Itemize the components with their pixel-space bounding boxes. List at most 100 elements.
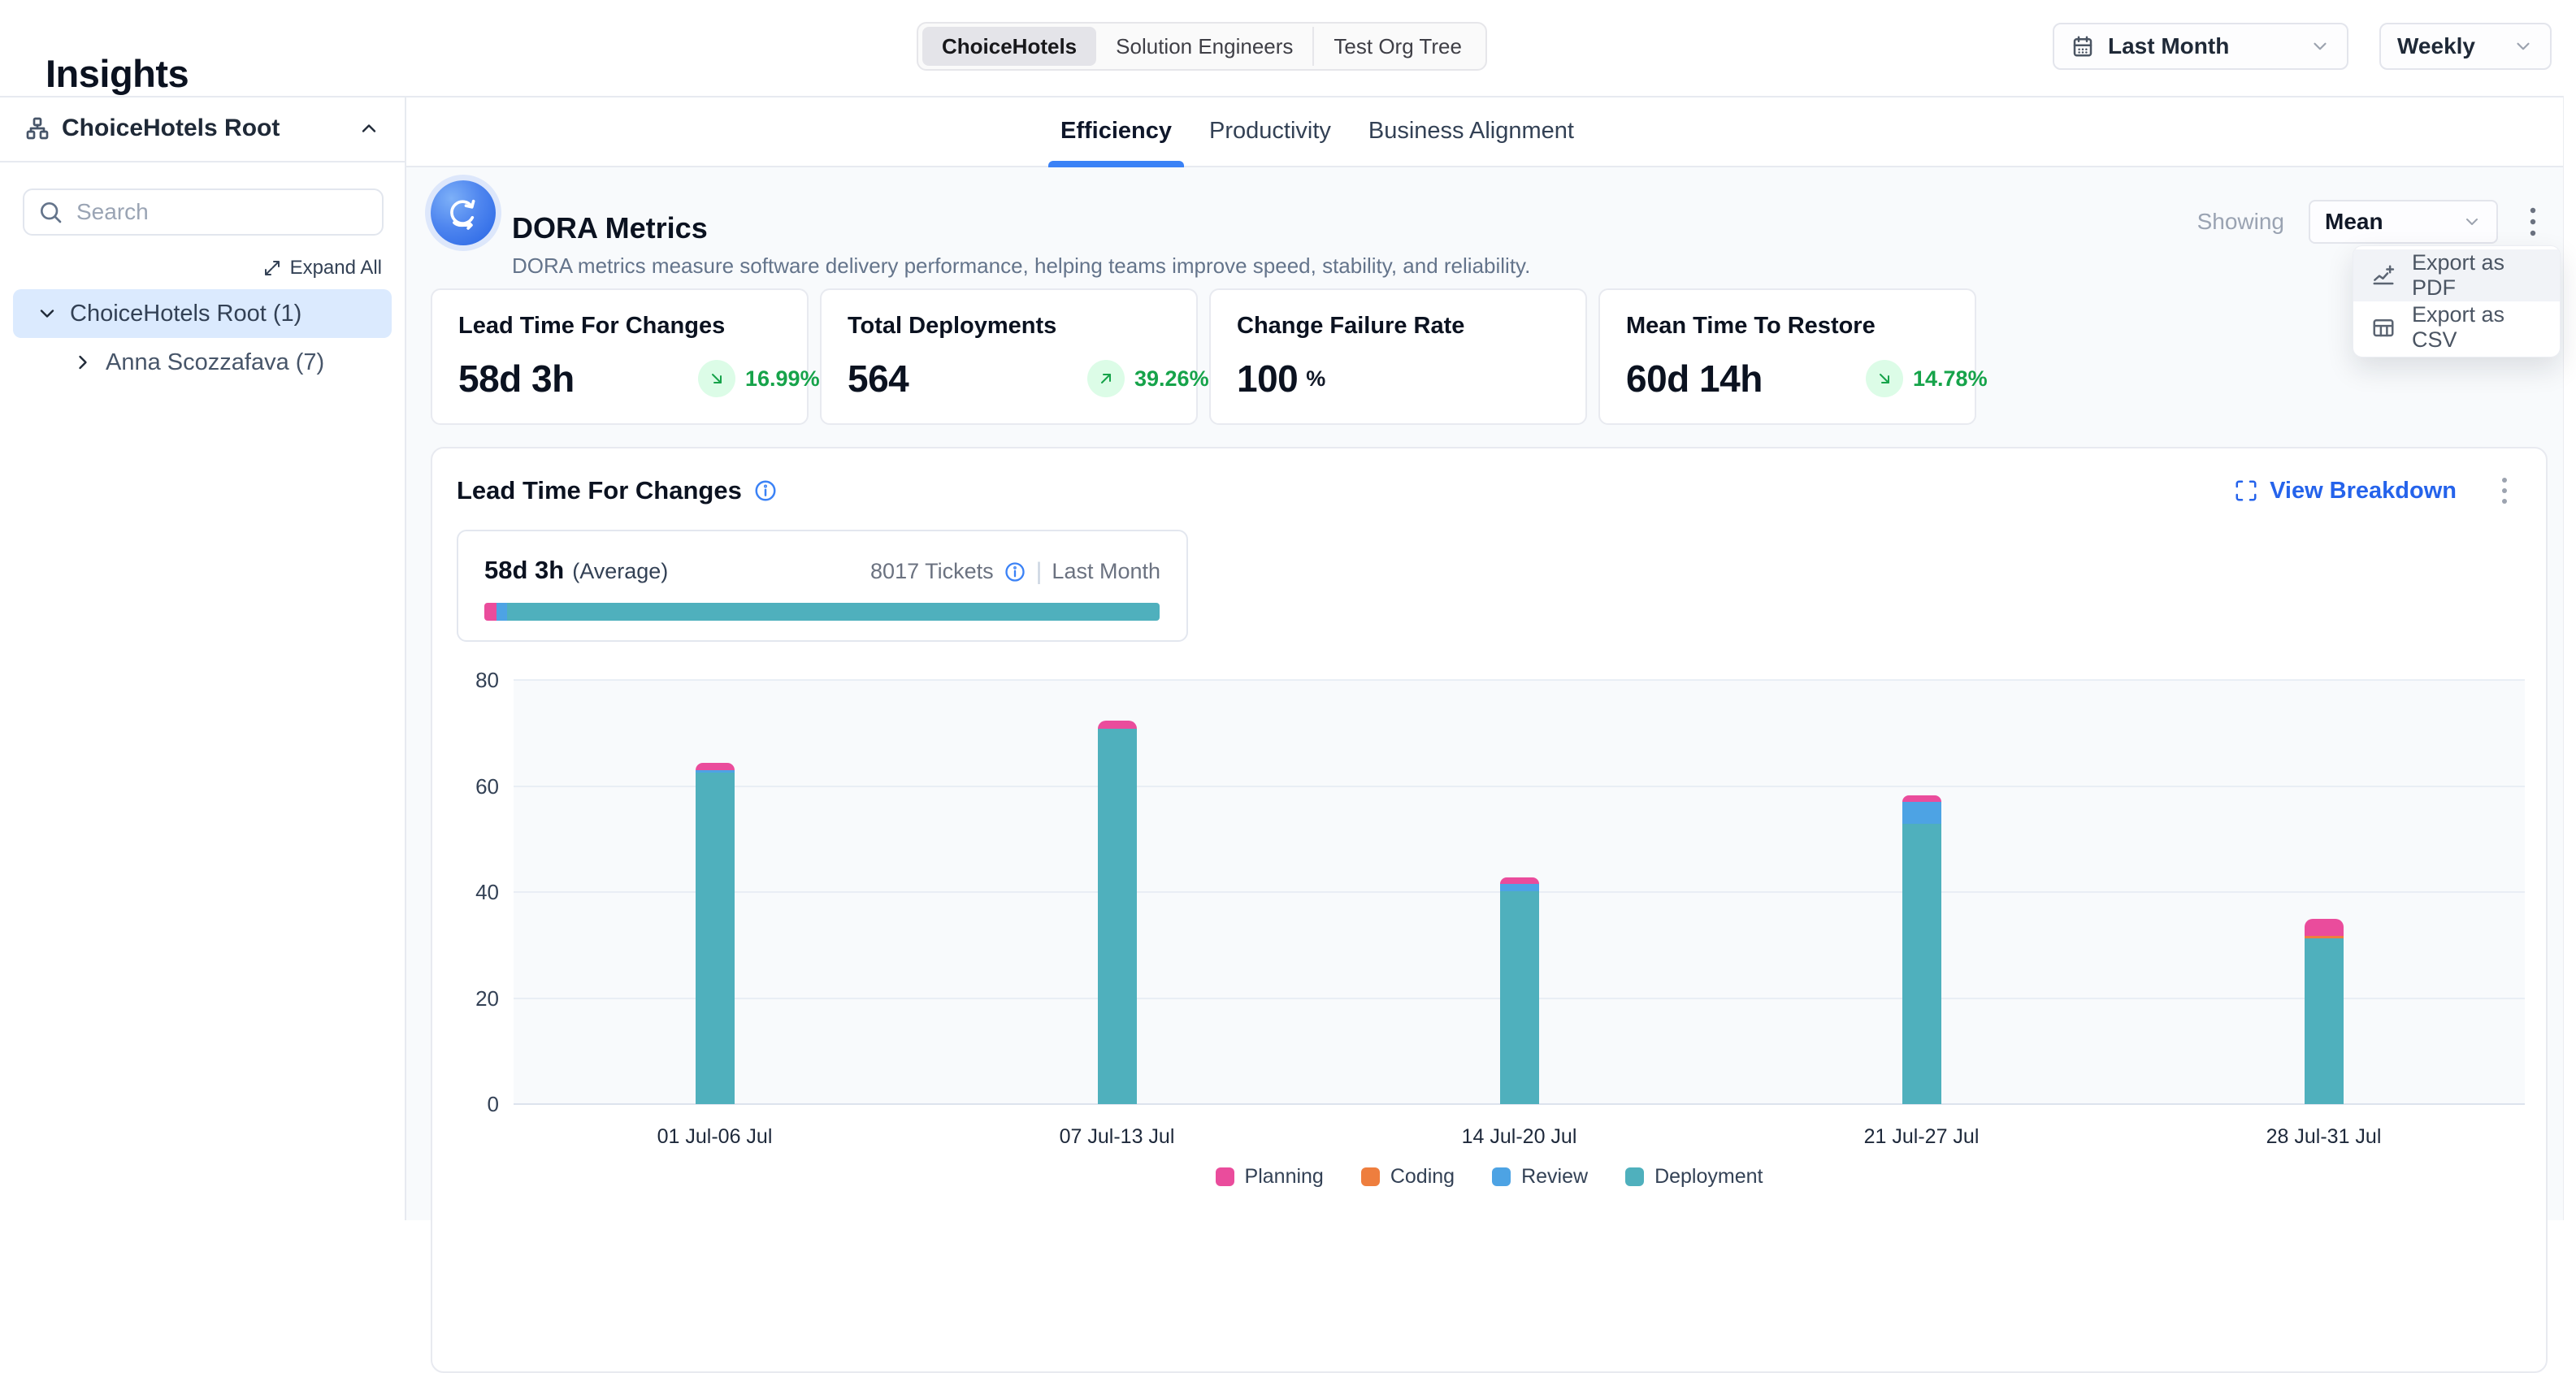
sidebar-header[interactable]: ChoiceHotels Root bbox=[0, 96, 405, 162]
legend-item-deployment[interactable]: Deployment bbox=[1625, 1165, 1763, 1189]
summary-tickets: 8017 Tickets bbox=[870, 559, 994, 584]
sidebar: ChoiceHotels Root Expand All ChoiceHotel… bbox=[0, 96, 406, 1220]
progress-segment-planning bbox=[484, 603, 497, 621]
chevron-up-icon[interactable] bbox=[358, 117, 380, 140]
dora-metrics-title: DORA Metrics bbox=[512, 211, 708, 245]
page-title: Insights bbox=[46, 51, 189, 96]
metric-card-value: 60d 14h bbox=[1626, 357, 1763, 401]
trend-bubble bbox=[1087, 360, 1125, 397]
bar-segment-planning bbox=[1098, 721, 1137, 729]
y-tick-label: 20 bbox=[440, 986, 499, 1011]
chevron-down-icon bbox=[2462, 212, 2482, 232]
metric-card-change-failure-rate: Change Failure Rate 100% bbox=[1209, 288, 1587, 425]
bar-14-jul-20-jul[interactable] bbox=[1500, 877, 1539, 1104]
metric-card-value-row: 100% bbox=[1237, 357, 1563, 401]
export-as-csv-menu-item[interactable]: Export as CSV bbox=[2353, 301, 2560, 353]
trend-badge: 39.26% bbox=[1087, 360, 1209, 397]
main-tabs: EfficiencyProductivityBusiness Alignment bbox=[406, 96, 2576, 167]
search-input[interactable] bbox=[75, 198, 371, 226]
export-as-pdf-menu-item[interactable]: Export as PDF bbox=[2353, 249, 2560, 301]
legend-item-review[interactable]: Review bbox=[1492, 1165, 1588, 1189]
y-tick-label: 0 bbox=[440, 1092, 499, 1117]
trend-percent: 14.78% bbox=[1913, 366, 1988, 392]
summary-divider: | bbox=[1036, 558, 1043, 586]
chart-legend: Planning Coding Review Deployment bbox=[432, 1165, 2546, 1189]
metric-card-value: 100 bbox=[1237, 357, 1298, 401]
bar-21-jul-27-jul[interactable] bbox=[1902, 795, 1941, 1104]
dora-metrics-icon bbox=[431, 180, 496, 245]
org-tab-solution-engineers[interactable]: Solution Engineers bbox=[1096, 27, 1312, 66]
search-box[interactable] bbox=[23, 188, 384, 236]
y-tick-label: 40 bbox=[440, 880, 499, 905]
chevron-down-icon bbox=[2513, 36, 2534, 57]
legend-swatch-coding bbox=[1361, 1167, 1380, 1186]
summary-qualifier: (Average) bbox=[572, 559, 668, 584]
bar-segment-deployment bbox=[1500, 891, 1539, 1104]
showing-select-value: Mean bbox=[2325, 209, 2462, 235]
bar-segment-planning bbox=[1500, 877, 1539, 884]
export-menu: Export as PDFExport as CSV bbox=[2353, 245, 2561, 357]
top-filters: Last Month Weekly bbox=[2053, 23, 2552, 70]
showing-select[interactable]: Mean bbox=[2309, 200, 2498, 244]
x-axis-label: 07 Jul-13 Jul bbox=[1060, 1125, 1175, 1149]
tab-business-alignment[interactable]: Business Alignment bbox=[1356, 96, 1586, 166]
legend-label: Deployment bbox=[1654, 1165, 1763, 1189]
summary-period: Last Month bbox=[1052, 559, 1160, 584]
chevron-down-icon bbox=[2309, 36, 2331, 57]
bar-01-jul-06-jul[interactable] bbox=[696, 763, 735, 1104]
sidebar-header-label: ChoiceHotels Root bbox=[62, 115, 346, 142]
showing-label: Showing bbox=[2197, 209, 2284, 235]
bar-07-jul-13-jul[interactable] bbox=[1098, 721, 1137, 1104]
org-tab-choicehotels[interactable]: ChoiceHotels bbox=[922, 27, 1096, 66]
metric-card-value-row: 56439.26% bbox=[848, 357, 1173, 401]
progress-segment-deployment bbox=[507, 603, 1160, 621]
period-select[interactable]: Last Month bbox=[2053, 23, 2348, 70]
trend-bubble bbox=[1866, 360, 1903, 397]
top-bar: Insights ChoiceHotelsSolution EngineersT… bbox=[0, 0, 2576, 97]
period-select-value: Last Month bbox=[2108, 33, 2296, 59]
org-tab-test-org-tree[interactable]: Test Org Tree bbox=[1312, 27, 1481, 66]
org-tree-icon bbox=[24, 115, 50, 141]
dora-metrics-description: DORA metrics measure software delivery p… bbox=[512, 253, 1530, 279]
bar-segment-planning bbox=[1902, 795, 1941, 802]
legend-swatch-review bbox=[1492, 1167, 1511, 1186]
lead-time-chart-card: Lead Time For Changes View Breakdown 58d… bbox=[431, 447, 2548, 1373]
tab-productivity[interactable]: Productivity bbox=[1197, 96, 1343, 166]
x-axis-label: 28 Jul-31 Jul bbox=[2266, 1125, 2382, 1149]
x-axis-label: 01 Jul-06 Jul bbox=[657, 1125, 773, 1149]
chart-summary-box: 58d 3h (Average) 8017 Tickets | Last Mon… bbox=[457, 530, 1188, 642]
bar-segment-deployment bbox=[696, 773, 735, 1104]
scrollbar-gutter[interactable] bbox=[2563, 96, 2576, 1220]
menu-item-label: Export as PDF bbox=[2412, 250, 2542, 301]
trend-badge: 14.78% bbox=[1866, 360, 1988, 397]
dora-kebab-menu-icon[interactable] bbox=[2522, 202, 2543, 241]
main-content: EfficiencyProductivityBusiness Alignment… bbox=[406, 96, 2576, 1220]
granularity-select[interactable]: Weekly bbox=[2379, 23, 2552, 70]
granularity-select-value: Weekly bbox=[2397, 33, 2500, 59]
legend-item-planning[interactable]: Planning bbox=[1216, 1165, 1324, 1189]
metric-card-value: 564 bbox=[848, 357, 909, 401]
metric-card-title: Change Failure Rate bbox=[1237, 313, 1559, 340]
trend-up-icon bbox=[1096, 369, 1116, 388]
view-breakdown-button[interactable]: View Breakdown bbox=[2234, 478, 2457, 505]
trend-percent: 16.99% bbox=[745, 366, 820, 392]
chart-kebab-menu-icon[interactable] bbox=[2494, 473, 2515, 509]
tree-item-label: ChoiceHotels Root (1) bbox=[70, 301, 301, 327]
tree-item[interactable]: ChoiceHotels Root (1) bbox=[13, 289, 392, 338]
bar-segment-deployment bbox=[1098, 729, 1137, 1104]
trend-down-icon bbox=[1875, 369, 1894, 388]
expand-all-label: Expand All bbox=[290, 257, 382, 279]
bar-28-jul-31-jul[interactable] bbox=[2305, 919, 2344, 1104]
legend-item-coding[interactable]: Coding bbox=[1361, 1165, 1455, 1189]
tree-item[interactable]: Anna Scozzafava (7) bbox=[13, 338, 392, 387]
x-axis-label: 21 Jul-27 Jul bbox=[1864, 1125, 1980, 1149]
chevron-right-icon bbox=[72, 351, 94, 374]
info-icon[interactable] bbox=[1004, 561, 1026, 583]
expand-all-button[interactable]: Expand All bbox=[262, 257, 382, 279]
tab-efficiency[interactable]: Efficiency bbox=[1048, 96, 1184, 166]
metric-card-mean-time-to-restore: Mean Time To Restore60d 14h14.78% bbox=[1598, 288, 1976, 425]
legend-label: Coding bbox=[1390, 1165, 1455, 1189]
metric-card-value-row: 58d 3h16.99% bbox=[458, 357, 784, 401]
info-icon[interactable] bbox=[753, 479, 778, 503]
y-tick-label: 60 bbox=[440, 774, 499, 799]
